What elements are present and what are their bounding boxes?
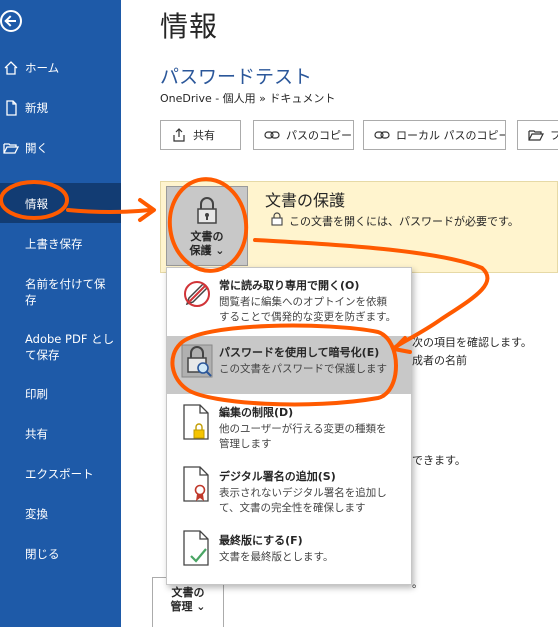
sidebar-item-label: ホーム: [25, 61, 60, 75]
menu-item-description: この文書をパスワードで保護します: [219, 363, 387, 375]
protect-document-label-line2: 保護 ⌄: [189, 244, 225, 257]
copy-local-path-button[interactable]: ローカル パスのコピー: [363, 120, 506, 150]
sidebar-selected-highlight: [0, 183, 121, 223]
doc-ribbon-icon: [183, 466, 209, 502]
sidebar-item-label: Adobe PDF とし て保存: [25, 332, 115, 362]
share-button-label: 共有: [193, 129, 215, 142]
menu-item-description: することで偶発的な変更を防ぎます。: [219, 311, 397, 323]
menu-item-description: 管理します: [219, 438, 272, 450]
open-file-location-button[interactable]: ファ: [517, 120, 558, 150]
menu-item-description: て、文書の完全性を確保します: [219, 502, 366, 514]
share-icon: [173, 128, 185, 142]
inspect-document-text: 成者の名前: [412, 354, 467, 367]
menu-item-description: 閲覧者に編集へのオプトインを依頼: [219, 296, 387, 308]
link-icon: [374, 131, 390, 139]
protect-document-description: この文書を開くには、パスワードが必要です。: [289, 215, 519, 228]
menu-item-always-open-read-only[interactable]: 常に読み取り専用で開く(O) 閲覧者に編集へのオプトインを依頼 することで偶発的…: [167, 270, 411, 332]
home-icon: [4, 61, 18, 75]
sidebar-item-label: 情報: [25, 197, 48, 211]
protect-document-heading: 文書の保護: [265, 191, 346, 210]
link-icon: [264, 131, 280, 139]
menu-item-title: 常に読み取り専用で開く(O): [219, 279, 360, 292]
bg-text-fragment: 。: [412, 577, 423, 590]
protect-document-button[interactable]: 文書の 保護 ⌄: [166, 186, 248, 266]
lock-icon: [271, 212, 283, 226]
annotation-arrowhead-1: [138, 198, 156, 222]
manage-document-label-line1: 文書の: [171, 586, 205, 599]
menu-item-title: 編集の制限(D): [219, 406, 294, 419]
doc-check-icon: [183, 530, 209, 566]
sidebar-item-label: 名前を付けて保 存: [25, 277, 106, 307]
menu-item-title: パスワードを使用して暗号化(E): [219, 346, 380, 359]
sidebar-item-label: 印刷: [25, 387, 48, 401]
page-title: 情報: [160, 10, 219, 43]
menu-item-description: 表示されないデジタル署名を追加し: [219, 487, 387, 499]
sidebar-item-label: 上書き保存: [25, 237, 83, 251]
sidebar-item-label: 開く: [25, 141, 48, 155]
backstage-sidebar: ホーム 新規 開く 情報 上書き保存 名前を付けて保 存 Adobe PDF と…: [0, 0, 121, 627]
sidebar-item-label: 共有: [25, 427, 48, 441]
menu-item-restrict-editing[interactable]: 編集の制限(D) 他のユーザーが行える変更の種類を 管理します: [167, 398, 411, 458]
inspect-document-text: 次の項目を確認します。: [412, 336, 532, 349]
menu-item-description: 他のユーザーが行える変更の種類を: [219, 423, 387, 435]
open-folder-icon: [528, 130, 544, 141]
version-history-text: できます。: [412, 454, 466, 467]
menu-item-mark-as-final[interactable]: 最終版にする(F) 文書を最終版とします。: [167, 524, 411, 582]
share-button[interactable]: 共有: [160, 120, 241, 150]
protect-document-label: 文書の 保護 ⌄: [167, 230, 247, 258]
sidebar-item-label: 閉じる: [25, 547, 60, 561]
sidebar-item-label: エクスポート: [25, 467, 94, 481]
menu-item-add-digital-signature[interactable]: デジタル署名の追加(S) 表示されないデジタル署名を追加し て、文書の完全性を確…: [167, 460, 411, 522]
menu-item-description: 文書を最終版とします。: [219, 551, 334, 563]
copy-path-button-label: パスのコピー: [286, 129, 352, 142]
sidebar-item-label: 新規: [25, 101, 48, 115]
doc-lock-icon: [183, 404, 209, 440]
lock-magnifier-icon: [181, 344, 213, 378]
menu-item-encrypt-with-password[interactable]: パスワードを使用して暗号化(E) この文書をパスワードで保護します: [167, 336, 411, 394]
open-folder-icon: [3, 143, 19, 154]
pencil-forbidden-icon: [184, 281, 210, 307]
menu-item-title: デジタル署名の追加(S): [219, 470, 336, 483]
manage-document-label: 文書の 管理 ⌄: [153, 586, 223, 614]
open-file-location-label: ファ: [550, 127, 558, 143]
menu-item-title: 最終版にする(F): [219, 534, 303, 547]
document-title: パスワードテスト: [160, 66, 313, 88]
copy-path-button[interactable]: パスのコピー: [253, 120, 354, 150]
document-path-breadcrumb[interactable]: OneDrive - 個人用 » ドキュメント: [160, 90, 335, 106]
lock-key-icon: [197, 197, 217, 224]
manage-document-label-line2: 管理 ⌄: [170, 600, 206, 613]
protect-document-menu: 常に読み取り専用で開く(O) 閲覧者に編集へのオプトインを依頼 することで偶発的…: [166, 267, 412, 585]
back-arrow-icon[interactable]: [0, 10, 22, 32]
word-backstage-info: ホーム 新規 開く 情報 上書き保存 名前を付けて保 存 Adobe PDF と…: [0, 0, 558, 627]
sidebar-item-label: 変換: [25, 507, 48, 521]
protect-document-label-line1: 文書の: [190, 230, 224, 243]
copy-local-path-button-label: ローカル パスのコピー: [396, 129, 506, 142]
new-doc-icon: [6, 100, 17, 116]
